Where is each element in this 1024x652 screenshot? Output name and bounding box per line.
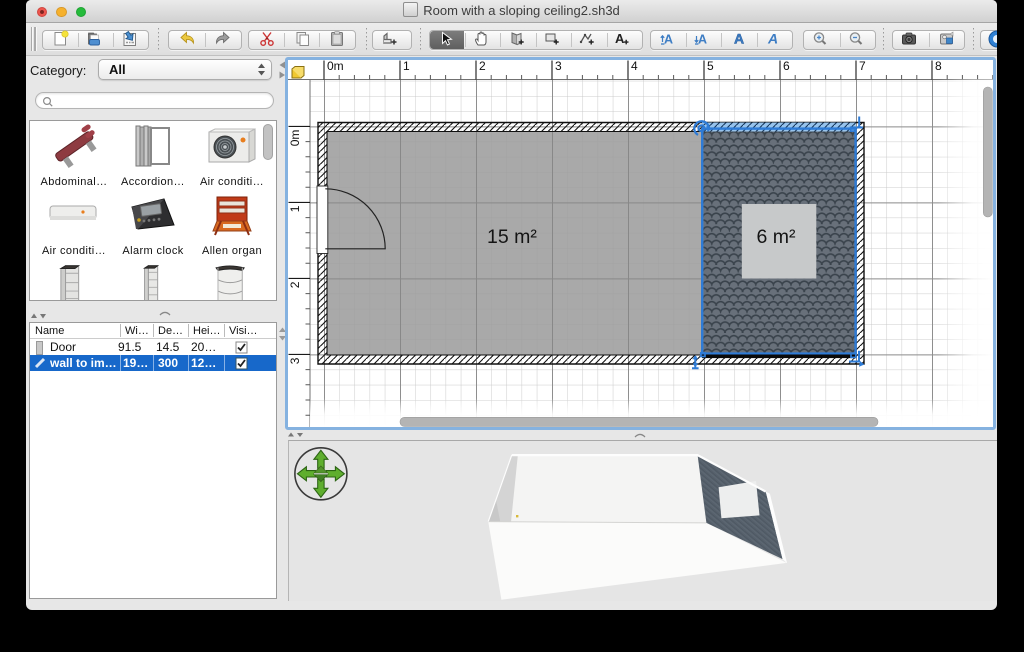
svg-text:6 m²: 6 m² [757,226,797,248]
svg-text:6: 6 [783,60,790,73]
svg-text:2: 2 [288,281,302,288]
svg-text:A: A [698,33,707,47]
svg-text:1: 1 [403,60,410,73]
svg-text:15 m²: 15 m² [487,226,537,248]
svg-text:2: 2 [479,60,486,73]
svg-text:A: A [664,33,673,47]
svg-text:0m: 0m [327,60,344,73]
svg-text:8: 8 [935,60,942,73]
svg-text:1: 1 [288,205,302,212]
svg-text:A: A [734,31,744,47]
svg-text:4: 4 [631,60,638,73]
svg-text:3: 3 [555,60,562,73]
svg-text:A: A [767,31,778,47]
svg-text:5: 5 [707,60,714,73]
svg-text:3: 3 [288,357,302,364]
svg-text:7: 7 [859,60,866,73]
svg-text:0m: 0m [288,130,302,147]
svg-text:A: A [615,31,625,46]
